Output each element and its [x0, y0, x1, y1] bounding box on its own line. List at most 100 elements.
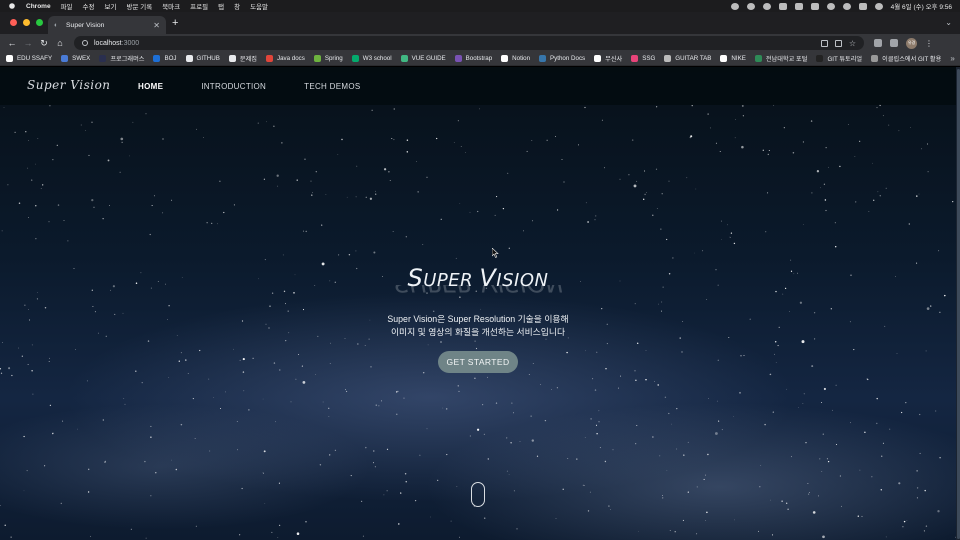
bookmark-label: Notion — [512, 55, 531, 62]
menu-app-name[interactable]: Chrome — [26, 3, 51, 10]
bookmark-label: W3 school — [362, 55, 392, 62]
input-source-icon[interactable] — [778, 2, 787, 10]
bookmark-favicon-icon — [313, 55, 321, 62]
bookmark-item[interactable]: EDU SSAFY — [6, 55, 52, 62]
hero-title-reflection: SUPER VISION — [378, 285, 578, 297]
bookmark-label: SSG — [642, 55, 656, 62]
bookmark-label: EDU SSAFY — [17, 55, 53, 62]
bookmark-item[interactable]: Notion — [501, 55, 530, 62]
back-arrow-icon[interactable]: ← — [6, 37, 18, 49]
menu-bookmarks[interactable]: 북마크 — [162, 1, 180, 11]
profile-avatar[interactable]: 유경 — [906, 37, 917, 49]
bookmark-item[interactable]: BOJ — [153, 55, 177, 62]
macos-menu-bar: Chrome 파일 수정 보기 방문 기록 북마크 프로필 탭 창 도움말 4월… — [0, 0, 960, 12]
hero-subtitle-line1: Super Vision은 Super Resolution 기술을 이용해 — [387, 314, 569, 324]
bookmark-item[interactable]: 전남대학교 포털 — [754, 54, 808, 63]
tab-title: Super Vision — [66, 21, 105, 29]
omnibox-actions: ☆ — [820, 39, 856, 47]
toolbar-actions: 유경 ⋮ — [874, 37, 933, 49]
bookmarks-overflow-icon[interactable]: » — [950, 54, 954, 63]
url-host: localhost — [94, 39, 122, 47]
info-icon[interactable] — [82, 40, 88, 46]
bookmark-item[interactable]: GIT 튜토리얼 — [816, 54, 862, 63]
bookmark-favicon-icon — [351, 55, 359, 62]
bookmark-item[interactable]: SWEX — [61, 55, 90, 62]
menu-view[interactable]: 보기 — [105, 1, 117, 11]
bookmark-item[interactable]: Bootstrap — [454, 55, 492, 62]
menu-clock[interactable]: 4월 6일 (수) 오후 9:56 — [891, 1, 952, 11]
bookmark-item[interactable]: 이클립스에서 GIT 활용 — [871, 54, 941, 63]
bookmark-item[interactable]: 프로그래머스 — [99, 54, 144, 63]
control-center-icon[interactable] — [858, 2, 867, 10]
menu-file[interactable]: 파일 — [61, 1, 73, 11]
bookmark-favicon-icon — [539, 55, 547, 62]
record-icon[interactable] — [730, 2, 739, 10]
bookmark-item[interactable]: Spring — [313, 55, 343, 62]
battery-icon[interactable] — [810, 2, 819, 10]
bookmark-label: Python Docs — [550, 55, 586, 62]
zoom-window-icon[interactable] — [36, 19, 43, 26]
bookmark-label: 프로그래머스 — [110, 56, 145, 63]
apple-icon[interactable] — [9, 3, 15, 9]
bookmark-item[interactable]: SSG — [631, 55, 655, 62]
bookmark-item[interactable]: Java docs — [265, 55, 305, 62]
address-bar[interactable]: localhost:3000 ☆ — [74, 36, 864, 50]
menu-window[interactable]: 창 — [234, 1, 240, 11]
minimize-window-icon[interactable] — [23, 19, 30, 26]
mouse-pointer-icon — [492, 248, 499, 258]
bookmark-label: 이클립스에서 GIT 활용 — [882, 56, 942, 63]
forward-arrow-icon[interactable]: → — [22, 37, 34, 49]
bookmark-favicon-icon — [454, 55, 462, 62]
translate-icon[interactable] — [820, 39, 828, 47]
new-tab-icon[interactable]: + — [172, 17, 178, 29]
bookmark-favicon-icon — [501, 55, 509, 62]
bookmark-item[interactable]: VUE GUIDE — [400, 55, 446, 62]
spotlight-icon[interactable] — [842, 2, 851, 10]
tab-close-icon[interactable]: ✕ — [153, 21, 160, 30]
bookmark-favicon-icon — [754, 55, 762, 62]
browser-tab[interactable]: ◐ Super Vision ✕ — [48, 16, 166, 34]
bookmark-item[interactable]: Python Docs — [539, 55, 585, 62]
star-icon[interactable]: ☆ — [849, 39, 856, 47]
clipboard-icon[interactable] — [794, 2, 803, 10]
bookmark-label: VUE GUIDE — [411, 55, 446, 62]
bookmark-favicon-icon — [99, 55, 107, 62]
home-icon[interactable]: ⌂ — [54, 37, 66, 49]
bookmark-favicon-icon — [6, 55, 13, 62]
tab-favicon-icon: ◐ — [54, 21, 59, 29]
bookmark-favicon-icon — [664, 55, 672, 62]
bookmark-item[interactable]: 문제집 — [228, 54, 257, 63]
wifi-icon[interactable] — [826, 2, 835, 10]
hero-subtitle-line2: 이미지 및 영상의 화질을 개선하는 서비스입니다 — [390, 327, 566, 337]
menu-help[interactable]: 도움말 — [250, 1, 268, 11]
reload-icon[interactable]: ↻ — [38, 37, 50, 49]
share-icon[interactable] — [834, 39, 842, 47]
bookmark-item[interactable]: 무신사 — [594, 54, 622, 63]
scroll-mouse-icon[interactable] — [471, 482, 485, 507]
chrome-toolbar: ← → ↻ ⌂ localhost:3000 ☆ 유경 ⋮ — [0, 34, 960, 52]
page-scrollbar[interactable] — [956, 67, 960, 540]
extensions-icon[interactable] — [874, 39, 882, 47]
bookmark-item[interactable]: W3 school — [351, 55, 392, 62]
menu-profiles[interactable]: 프로필 — [190, 1, 208, 11]
bookmark-favicon-icon — [185, 55, 193, 62]
get-started-button[interactable]: GET STARTED — [438, 351, 518, 373]
bookmark-item[interactable]: GUITAR TAB — [664, 55, 711, 62]
extension-status-icon[interactable] — [762, 2, 771, 10]
bookmark-item[interactable]: GITHUB — [185, 55, 220, 62]
tab-search-icon[interactable]: ⌄ — [945, 18, 952, 27]
hero-reflection-part: S — [393, 285, 408, 297]
menu-tab[interactable]: 탭 — [218, 1, 224, 11]
siri-icon[interactable] — [874, 2, 883, 10]
bookmark-label: GITHUB — [196, 55, 220, 62]
menu-edit[interactable]: 수정 — [83, 1, 95, 11]
bookmark-item[interactable]: NIKE — [720, 55, 746, 62]
close-window-icon[interactable] — [10, 19, 17, 26]
status-icons: 4월 6일 (수) 오후 9:56 — [730, 1, 952, 11]
sidebar-icon[interactable] — [890, 39, 898, 47]
bookmark-favicon-icon — [61, 55, 69, 62]
menu-history[interactable]: 방문 기록 — [126, 1, 152, 11]
bookmark-label: 전남대학교 포털 — [765, 56, 808, 63]
notification-icon[interactable] — [746, 2, 755, 10]
kebab-menu-icon[interactable]: ⋮ — [925, 39, 933, 48]
